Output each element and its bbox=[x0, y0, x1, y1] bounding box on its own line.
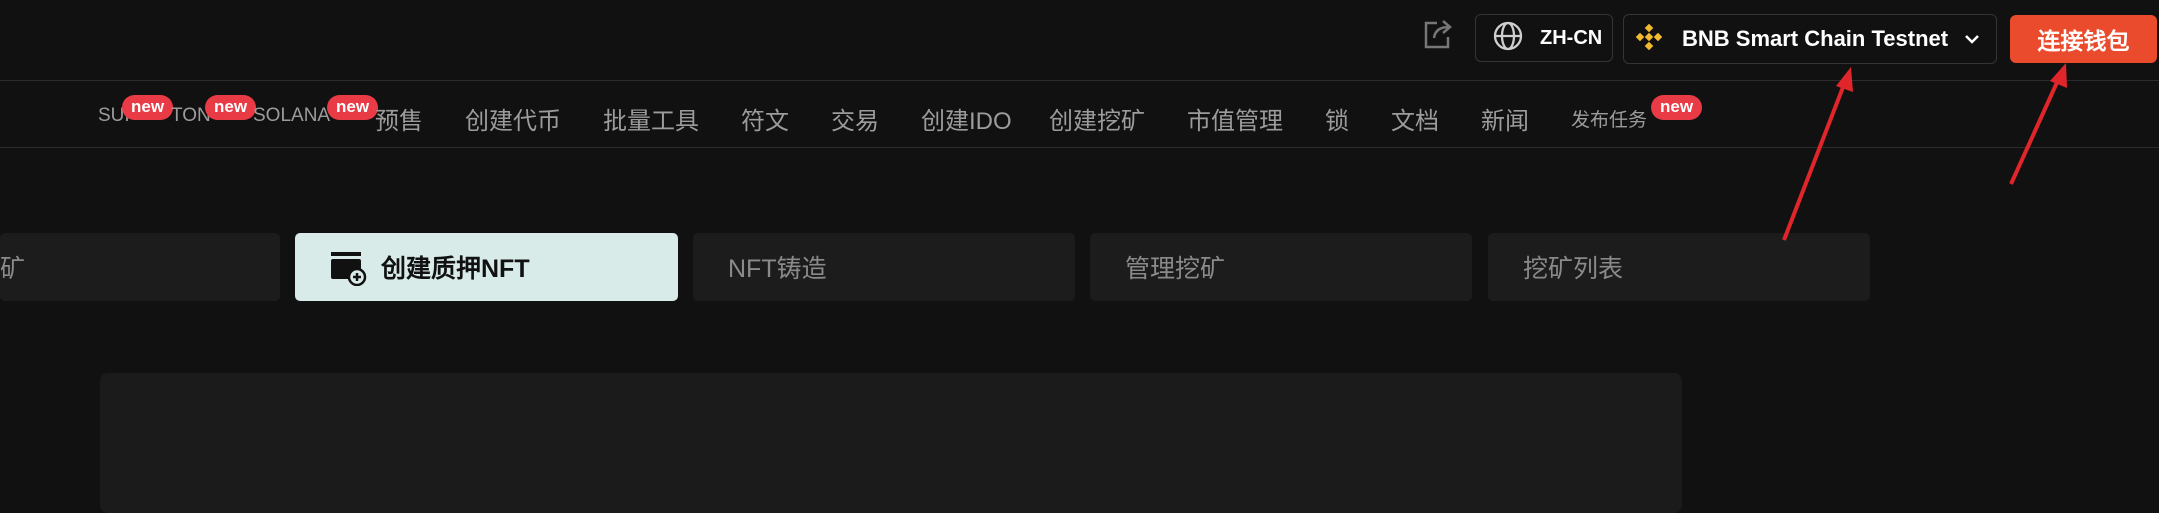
nav-item-presale[interactable]: 预售 bbox=[375, 101, 423, 136]
tab-label: 创建质押NFT bbox=[381, 255, 530, 283]
nav-item-news[interactable]: 新闻 bbox=[1481, 101, 1529, 136]
new-badge: new bbox=[1651, 95, 1703, 120]
nav-item-docs[interactable]: 文档 bbox=[1391, 101, 1439, 136]
nav-item-create-ido[interactable]: 创建IDO bbox=[921, 101, 1012, 136]
chain-label: BNB Smart Chain Testnet bbox=[1682, 26, 1949, 51]
nav-item-sui[interactable]: SUI new bbox=[98, 95, 174, 127]
tab-label: 管理挖矿 bbox=[1125, 255, 1226, 283]
nav-item-batch-tools[interactable]: 批量工具 bbox=[603, 101, 699, 136]
tab-label: NFT铸造 bbox=[728, 255, 827, 283]
nav-item-publish-task[interactable]: 发布任务 new bbox=[1571, 95, 1703, 132]
top-header: ZH-CN BNB Smart Chain Testnet 连接钱包 bbox=[0, 0, 2159, 81]
tab-create-staking-nft[interactable]: 创建质押NFT bbox=[295, 233, 678, 301]
main-nav: SUI new TON new SOLANA new 预售 创建代币 批量工具 符文 … bbox=[0, 81, 2159, 148]
tab-label: 挖矿列表 bbox=[1523, 255, 1624, 283]
nav-item-label: SOLANA bbox=[253, 105, 331, 126]
new-badge: new bbox=[205, 95, 257, 120]
tab-mining-list[interactable]: 挖矿列表 bbox=[1488, 233, 1870, 301]
nav-item-create-token[interactable]: 创建代币 bbox=[465, 101, 561, 136]
nav-item-create-mining[interactable]: 创建挖矿 bbox=[1049, 101, 1145, 136]
nav-item-solana[interactable]: SOLANA new bbox=[253, 95, 379, 127]
share-icon bbox=[1420, 16, 1456, 57]
language-selector[interactable]: ZH-CN bbox=[1475, 14, 1613, 62]
language-label: ZH-CN bbox=[1540, 26, 1603, 49]
nav-item-market-cap-management[interactable]: 市值管理 bbox=[1187, 101, 1283, 136]
nav-item-trade[interactable]: 交易 bbox=[831, 101, 879, 136]
nav-item-lock[interactable]: 锁 bbox=[1325, 101, 1349, 136]
nav-item-ton[interactable]: TON new bbox=[171, 95, 257, 127]
nav-item-label: 发布任务 bbox=[1571, 110, 1648, 131]
nav-item-runes[interactable]: 符文 bbox=[741, 101, 789, 136]
tab-label: 挖矿 bbox=[0, 255, 26, 283]
tab-mining[interactable]: 挖矿 bbox=[0, 233, 280, 301]
tab-manage-mining[interactable]: 管理挖矿 bbox=[1090, 233, 1472, 301]
content-panel bbox=[100, 373, 1682, 513]
chain-selector[interactable]: BNB Smart Chain Testnet bbox=[1623, 14, 1997, 64]
connect-wallet-button[interactable]: 连接钱包 bbox=[2010, 15, 2157, 63]
new-badge: new bbox=[327, 95, 379, 120]
tab-nft-mint[interactable]: NFT铸造 bbox=[693, 233, 1075, 301]
new-badge: new bbox=[122, 95, 174, 120]
create-staking-icon bbox=[329, 248, 367, 286]
globe-icon bbox=[1492, 20, 1524, 57]
bnb-logo-icon bbox=[1634, 22, 1664, 57]
chevron-down-icon bbox=[1962, 29, 1982, 54]
share-button[interactable] bbox=[1418, 16, 1458, 56]
